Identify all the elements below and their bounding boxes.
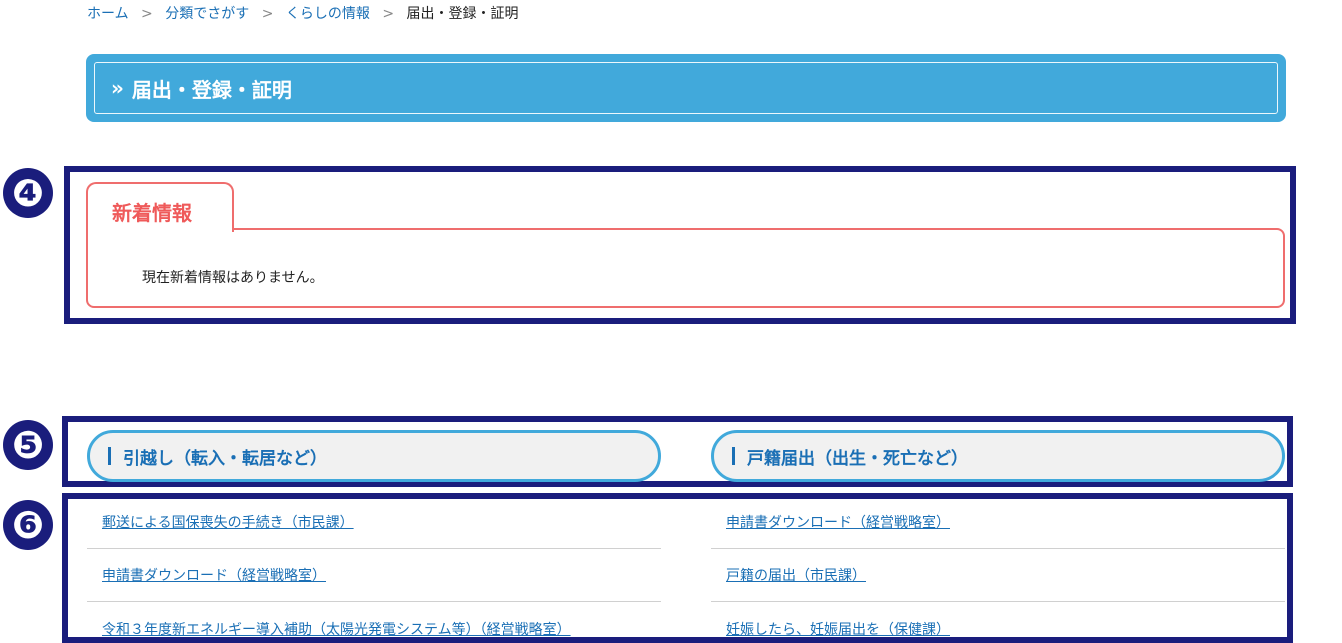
list-item-link[interactable]: 申請書ダウンロード（経営戦略室） [87,549,661,602]
vertical-bar-icon [108,447,111,465]
list-item-link[interactable]: 郵送による国保喪失の手続き（市民課） [87,496,661,549]
annotation-badge-6: ❻ [3,500,53,550]
category-family-register-button[interactable]: 戸籍届出（出生・死亡など） [711,430,1285,482]
news-heading: 新着情報 [112,201,192,225]
breadcrumb-separator: > [141,6,153,22]
breadcrumb-category-link[interactable]: 分類でさがす [165,6,249,22]
news-empty-message: 現在新着情報はありません。 [142,270,324,286]
news-tab-joiner [88,226,232,232]
list-item-link[interactable]: 妊娠したら、妊娠届出を（保健課） [711,602,1285,643]
annotation-badge-5: ❺ [3,420,53,470]
vertical-bar-icon [732,447,735,465]
list-item-link[interactable]: 戸籍の届出（市民課） [711,549,1285,602]
breadcrumb-separator: > [382,6,395,22]
breadcrumb-home-link[interactable]: ホーム [87,6,129,22]
link-list-right: 申請書ダウンロード（経営戦略室） 戸籍の届出（市民課） 妊娠したら、妊娠届出を（… [711,496,1285,643]
breadcrumb-separator: > [261,6,274,22]
annotation-badge-4: ❹ [3,168,53,218]
list-item-link[interactable]: 申請書ダウンロード（経営戦略室） [711,496,1285,549]
news-tab: 新着情報 [86,182,234,232]
category-label: 引越し（転入・転居など） [123,448,327,469]
category-label: 戸籍届出（出生・死亡など） [747,448,968,469]
double-chevron-right-icon: » [111,76,124,100]
breadcrumb-current: 届出・登録・証明 [406,6,519,22]
link-list-left: 郵送による国保喪失の手続き（市民課） 申請書ダウンロード（経営戦略室） 令和３年… [87,496,661,643]
breadcrumb: ホーム > 分類でさがす > くらしの情報 > 届出・登録・証明 [87,4,519,24]
category-moving-button[interactable]: 引越し（転入・転居など） [87,430,661,482]
page-header: » 届出・登録・証明 [86,54,1286,122]
page-header-frame: » 届出・登録・証明 [94,62,1278,114]
list-item-link[interactable]: 令和３年度新エネルギー導入補助（太陽光発電システム等）（経営戦略室） [87,602,661,643]
breadcrumb-living-info-link[interactable]: くらしの情報 [286,6,370,22]
page-title: 届出・登録・証明 [131,77,292,102]
